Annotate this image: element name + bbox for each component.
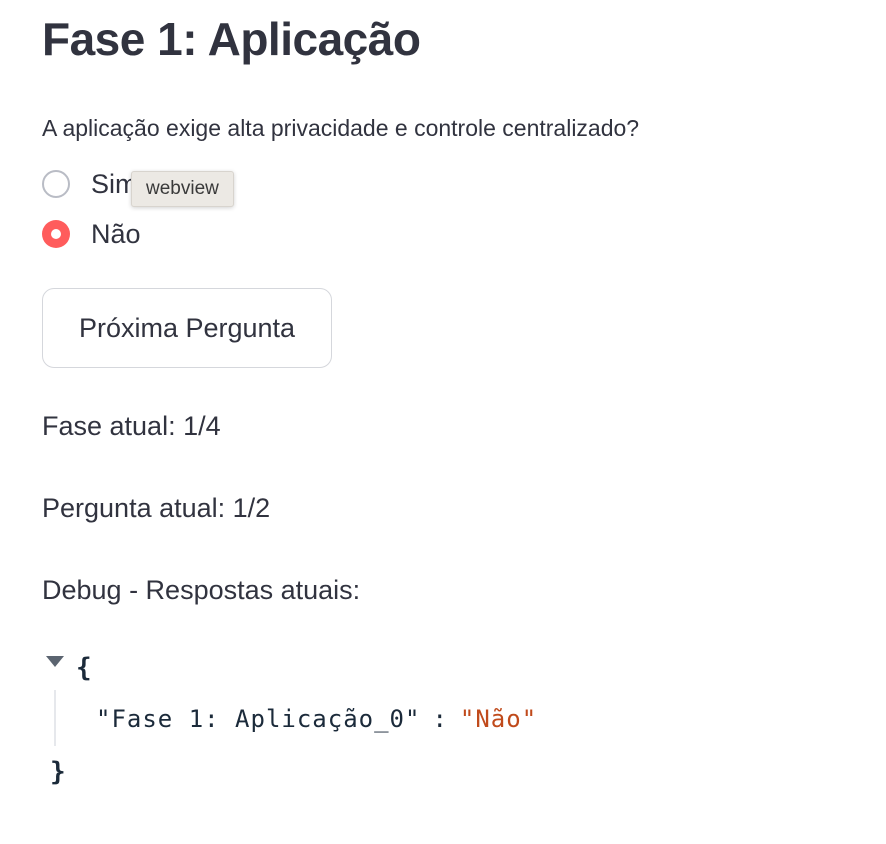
caret-down-icon[interactable]: [46, 656, 64, 667]
debug-label: Debug - Respostas atuais:: [42, 575, 361, 605]
radio-checked-icon[interactable]: [42, 220, 70, 248]
radio-option-sim[interactable]: Sim: [42, 168, 138, 200]
current-phase-text: Fase atual: 1/4: [42, 411, 221, 441]
page-title: Fase 1: Aplicação: [42, 13, 421, 65]
radio-unchecked-icon[interactable]: [42, 170, 70, 198]
radio-option-label: Não: [91, 219, 141, 249]
question-label: A aplicação exige alta privacidade e con…: [42, 115, 640, 141]
json-open-brace: {: [76, 653, 92, 683]
current-question-text: Pergunta atual: 1/2: [42, 493, 271, 523]
json-entry: "Fase 1: Aplicação_0": "Não": [96, 702, 537, 736]
json-indent-guide: [54, 690, 56, 746]
json-value: "Não": [459, 705, 538, 733]
json-viewer: { "Fase 1: Aplicação_0": "Não" }: [42, 650, 642, 790]
tooltip: webview: [131, 171, 234, 207]
json-key: "Fase 1: Aplicação_0": [96, 705, 421, 733]
radio-option-nao[interactable]: Não: [42, 218, 141, 250]
json-colon: :: [432, 705, 448, 733]
next-question-button[interactable]: Próxima Pergunta: [42, 288, 332, 368]
json-close-brace: }: [50, 757, 66, 787]
